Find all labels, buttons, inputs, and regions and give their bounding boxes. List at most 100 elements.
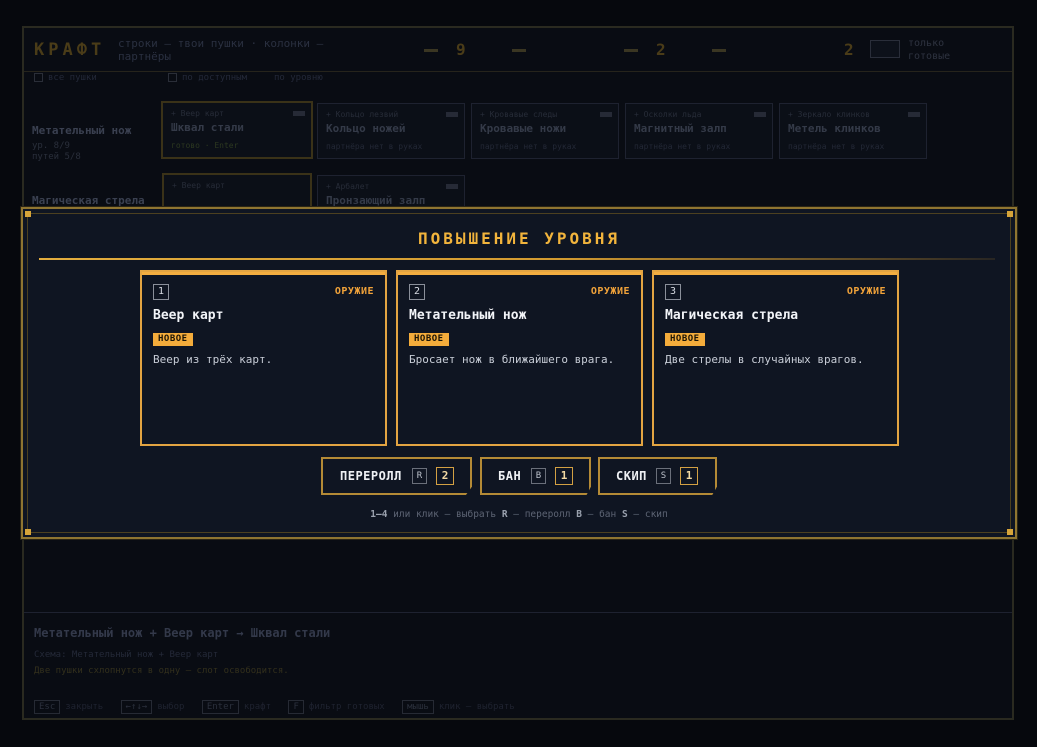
recipe-card[interactable]: + Кровавые следы Кровавые ножи партнёра …: [471, 103, 619, 159]
recipe-partner: + Веер карт: [171, 109, 224, 118]
key-enter-desc: крафт: [243, 702, 272, 712]
recipe-status: партнёра нет в руках: [634, 142, 731, 151]
slot-dots-icon: [293, 111, 305, 116]
craft-subtitle: строки — твои пушки · колонки — партнёры: [118, 37, 324, 63]
stat-value-3: 2: [844, 40, 854, 59]
recipe-partner: + Веер карт: [172, 181, 225, 190]
recipe-result: Магнитный залп: [634, 122, 727, 135]
recipe-partner: + Кольцо лезвий: [326, 110, 399, 119]
ban-label: БАН: [498, 469, 522, 483]
option-number: 3: [665, 284, 681, 300]
filter-all[interactable]: все пушки: [34, 73, 97, 83]
recipe-result: Шквал стали: [171, 121, 244, 134]
recipe-result: Кольцо ножей: [326, 122, 406, 135]
controls-hint: 1–4 или клик — выбрать R — переролл B — …: [23, 509, 1015, 520]
skip-button[interactable]: СКИП S 1: [598, 457, 717, 495]
slot-dots-icon: [600, 112, 612, 117]
key-mouse-desc: клик — выбрать: [438, 702, 515, 712]
upgrade-option-1[interactable]: 1 ОРУЖИЕ Веер карт НОВОЕ Веер из трёх ка…: [140, 270, 387, 446]
recipe-card[interactable]: + Кольцо лезвий Кольцо ножей партнёра не…: [317, 103, 465, 159]
stat-value-2: 2: [656, 40, 666, 59]
hint-key-select: 1–4: [370, 509, 388, 520]
new-badge: НОВОЕ: [409, 333, 449, 346]
checkbox-icon: [34, 73, 43, 82]
recipe-card[interactable]: + Зеркало клинков Метель клинков партнёр…: [779, 103, 927, 159]
reroll-button[interactable]: ПЕРЕРОЛЛ R 2: [321, 457, 472, 495]
corner-ornament-icon: [1007, 529, 1013, 535]
key-mouse: мышь: [402, 700, 434, 714]
recipe-status: партнёра нет в руках: [326, 142, 423, 151]
owned-weapon-level: ур. 8/9: [32, 141, 70, 151]
option-description: Веер из трёх карт.: [153, 353, 273, 366]
option-description: Бросает нож в ближайшего врага.: [409, 353, 615, 366]
ready-only-label: только готовые: [908, 38, 951, 62]
skip-count: 1: [680, 467, 698, 485]
hint-text-skip: — скип: [627, 509, 668, 520]
stat-divider: [424, 49, 438, 52]
key-esc: Esc: [34, 700, 61, 714]
ban-count: 1: [555, 467, 573, 485]
filter-available[interactable]: по доступным: [168, 73, 247, 83]
key-f: F: [288, 700, 304, 714]
title-divider: [39, 258, 995, 260]
upgrade-option-2[interactable]: 2 ОРУЖИЕ Метательный нож НОВОЕ Бросает н…: [396, 270, 643, 446]
recipe-partner: + Зеркало клинков: [788, 110, 870, 119]
ban-hotkey: B: [531, 468, 546, 484]
recipe-note: Две пушки схлопнутся в одну — слот освоб…: [34, 666, 289, 676]
slot-dots-icon: [446, 184, 458, 189]
stat-divider: [712, 49, 726, 52]
option-number: 1: [153, 284, 169, 300]
option-type: ОРУЖИЕ: [334, 286, 374, 297]
level-up-modal: ПОВЫШЕНИЕ УРОВНЯ 1 ОРУЖИЕ Веер карт НОВО…: [21, 207, 1017, 539]
slot-dots-icon: [908, 112, 920, 117]
hint-text-ban: — бан: [581, 509, 622, 520]
corner-ornament-icon: [1007, 211, 1013, 217]
key-f-desc: фильтр готовых: [308, 702, 385, 712]
recipe-partner: + Осколки льда: [634, 110, 702, 119]
new-badge: НОВОЕ: [153, 333, 193, 346]
upgrade-option-3[interactable]: 3 ОРУЖИЕ Магическая стрела НОВОЕ Две стр…: [652, 270, 899, 446]
filter-level[interactable]: по уровню: [274, 73, 323, 83]
option-type: ОРУЖИЕ: [590, 286, 630, 297]
corner-ornament-icon: [25, 529, 31, 535]
recipe-status: готово · Enter: [171, 141, 239, 150]
option-type: ОРУЖИЕ: [846, 286, 886, 297]
craft-title: КРАФТ: [34, 40, 106, 60]
reroll-count: 2: [436, 467, 454, 485]
checkbox-icon: [168, 73, 177, 82]
reroll-label: ПЕРЕРОЛЛ: [340, 469, 402, 483]
option-name: Веер карт: [153, 308, 224, 323]
stat-divider: [624, 49, 638, 52]
skip-hotkey: S: [656, 468, 671, 484]
recipe-partner: + Кровавые следы: [480, 110, 558, 119]
owned-weapon-paths: путей 5/8: [32, 152, 81, 162]
ban-button[interactable]: БАН B 1: [480, 457, 591, 495]
recipe-card[interactable]: + Осколки льда Магнитный залп партнёра н…: [625, 103, 773, 159]
modal-title: ПОВЫШЕНИЕ УРОВНЯ: [417, 229, 621, 248]
skip-label: СКИП: [616, 469, 647, 483]
key-arrows: ←↑↓→: [120, 700, 153, 714]
hint-text-reroll: — переролл: [507, 509, 577, 520]
slot-dots-icon: [754, 112, 766, 117]
craft-header: КРАФТ строки — твои пушки · колонки — па…: [24, 28, 1012, 72]
ready-only-toggle[interactable]: [870, 40, 900, 58]
keys-legend: Esc закрыть ←↑↓→ выбор Enter крафт Fфильтр …: [34, 700, 527, 714]
recipe-partner: + Арбалет: [326, 182, 370, 191]
hint-text-select: или клик — выбрать: [387, 509, 502, 520]
option-name: Метательный нож: [409, 308, 527, 323]
recipe-status: партнёра нет в руках: [480, 142, 577, 151]
owned-weapon-name[interactable]: Метательный нож: [32, 124, 131, 137]
recipe-formula: Метательный нож + Веер карт → Шквал стал…: [34, 626, 331, 640]
key-arrows-desc: выбор: [157, 702, 185, 712]
recipe-card[interactable]: + Веер карт Шквал стали готово · Enter: [161, 101, 313, 159]
new-badge: НОВОЕ: [665, 333, 705, 346]
stat-value-1: 9: [456, 40, 466, 59]
recipe-result: Кровавые ножи: [480, 122, 567, 135]
option-description: Две стрелы в случайных врагов.: [665, 353, 864, 366]
slot-dots-icon: [446, 112, 458, 117]
recipe-scheme: Схема: Метательный нож + Веер карт: [34, 650, 219, 660]
reroll-hotkey: R: [412, 468, 427, 484]
owned-weapon-name[interactable]: Магическая стрела: [32, 194, 145, 207]
recipe-details: Метательный нож + Веер карт → Шквал стал…: [24, 612, 1012, 692]
stat-divider: [512, 49, 526, 52]
